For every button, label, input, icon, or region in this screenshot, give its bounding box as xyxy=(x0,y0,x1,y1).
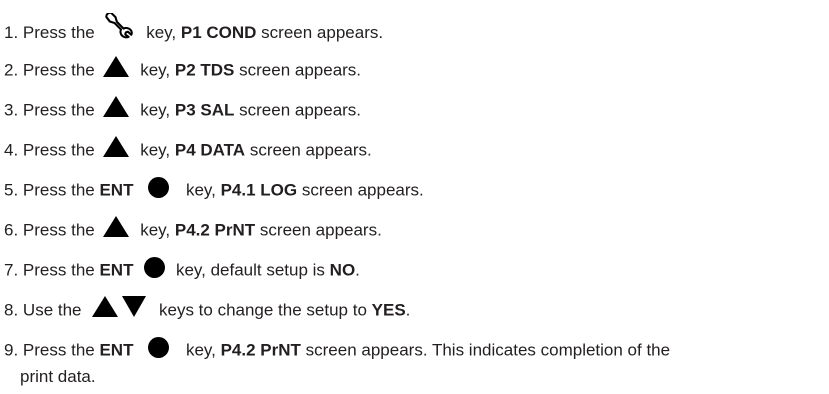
screen-name: P1 COND xyxy=(180,22,257,42)
step-9: 9. Press the ENT key, P4.2 PrNT screen a… xyxy=(4,337,671,387)
step-text-pre: Press the xyxy=(22,140,95,160)
step-text-post: screen appears. xyxy=(239,100,362,120)
key-label: ENT xyxy=(99,180,134,200)
step-text-mid: key, xyxy=(185,180,216,200)
step-text-pre: Press the xyxy=(22,22,95,42)
step-text-post: . xyxy=(355,260,360,280)
enter-circle-icon xyxy=(148,337,170,363)
step-text-mid: key, xyxy=(140,60,171,80)
setup-value: NO xyxy=(329,260,356,280)
wrench-icon xyxy=(104,11,136,44)
step-number: 2. xyxy=(4,60,19,80)
step-text-pre: Press the xyxy=(22,60,95,80)
step-number: 6. xyxy=(4,220,19,240)
step-text-pre: Press the xyxy=(22,220,95,240)
step-text-pre: Press the xyxy=(22,100,95,120)
step-text-post: screen appears. xyxy=(239,60,362,80)
screen-name: P4.2 PrNT xyxy=(220,340,301,360)
step-3: 3. Press the key, P3 SAL screen appears. xyxy=(4,96,362,124)
step-4: 4. Press the key, P4 DATA screen appears… xyxy=(4,136,372,164)
screen-name: P2 TDS xyxy=(174,60,235,80)
step-text-pre: Press the xyxy=(22,180,95,200)
step-text-mid: key, xyxy=(140,220,171,240)
step-6: 6. Press the key, P4.2 PrNT screen appea… xyxy=(4,216,382,244)
step-7: 7. Press the ENT key, default setup is N… xyxy=(4,257,360,284)
step-2: 2. Press the key, P2 TDS screen appears. xyxy=(4,56,362,84)
step-number: 1. xyxy=(4,22,19,42)
step-text-pre: Use the xyxy=(22,300,82,320)
enter-circle-icon xyxy=(144,257,166,283)
key-label: ENT xyxy=(99,260,134,280)
up-arrow-icon xyxy=(103,216,130,242)
step-text-post: screen appears. xyxy=(249,140,372,160)
step-number: 7. xyxy=(4,260,19,280)
step-number: 9. xyxy=(4,340,19,360)
step-text-mid: key, xyxy=(146,22,177,42)
up-arrow-icon xyxy=(103,136,130,162)
step-text-mid: key, default setup is xyxy=(175,260,325,280)
step-number: 8. xyxy=(4,300,19,320)
up-arrow-icon xyxy=(103,96,130,122)
step-text-mid: key, xyxy=(185,340,216,360)
step-text-post: . xyxy=(405,300,411,320)
step-text-mid: keys to change the setup to xyxy=(158,300,367,320)
step-number: 4. xyxy=(4,140,19,160)
screen-name: P4.2 PrNT xyxy=(174,220,256,240)
up-arrow-icon xyxy=(92,296,119,322)
step-text-mid: key, xyxy=(140,100,171,120)
step-text-mid: key, xyxy=(140,140,171,160)
step-text-post: screen appears. This indicates completio… xyxy=(305,340,671,360)
step-text-pre: Press the xyxy=(22,340,95,360)
up-arrow-icon xyxy=(103,56,130,82)
screen-name: P4.1 LOG xyxy=(220,180,298,200)
screen-name: P4 DATA xyxy=(174,140,246,160)
down-arrow-icon xyxy=(122,296,147,322)
step-1: 1. Press the key, P1 COND screen appears… xyxy=(4,11,384,49)
setup-value: YES xyxy=(371,300,406,320)
step-8: 8. Use the keys to change the setup to Y… xyxy=(4,296,411,324)
step-continuation: print data. xyxy=(20,367,96,386)
step-number: 3. xyxy=(4,100,19,120)
step-5: 5. Press the ENT key, P4.1 LOG screen ap… xyxy=(4,177,424,204)
step-text-post: screen appears. xyxy=(259,220,382,240)
step-text-post: screen appears. xyxy=(261,22,384,42)
step-text-post: screen appears. xyxy=(301,180,424,200)
step-number: 5. xyxy=(4,180,19,200)
step-text-pre: Press the xyxy=(22,260,95,280)
enter-circle-icon xyxy=(148,177,170,203)
screen-name: P3 SAL xyxy=(174,100,235,120)
key-label: ENT xyxy=(99,340,134,360)
